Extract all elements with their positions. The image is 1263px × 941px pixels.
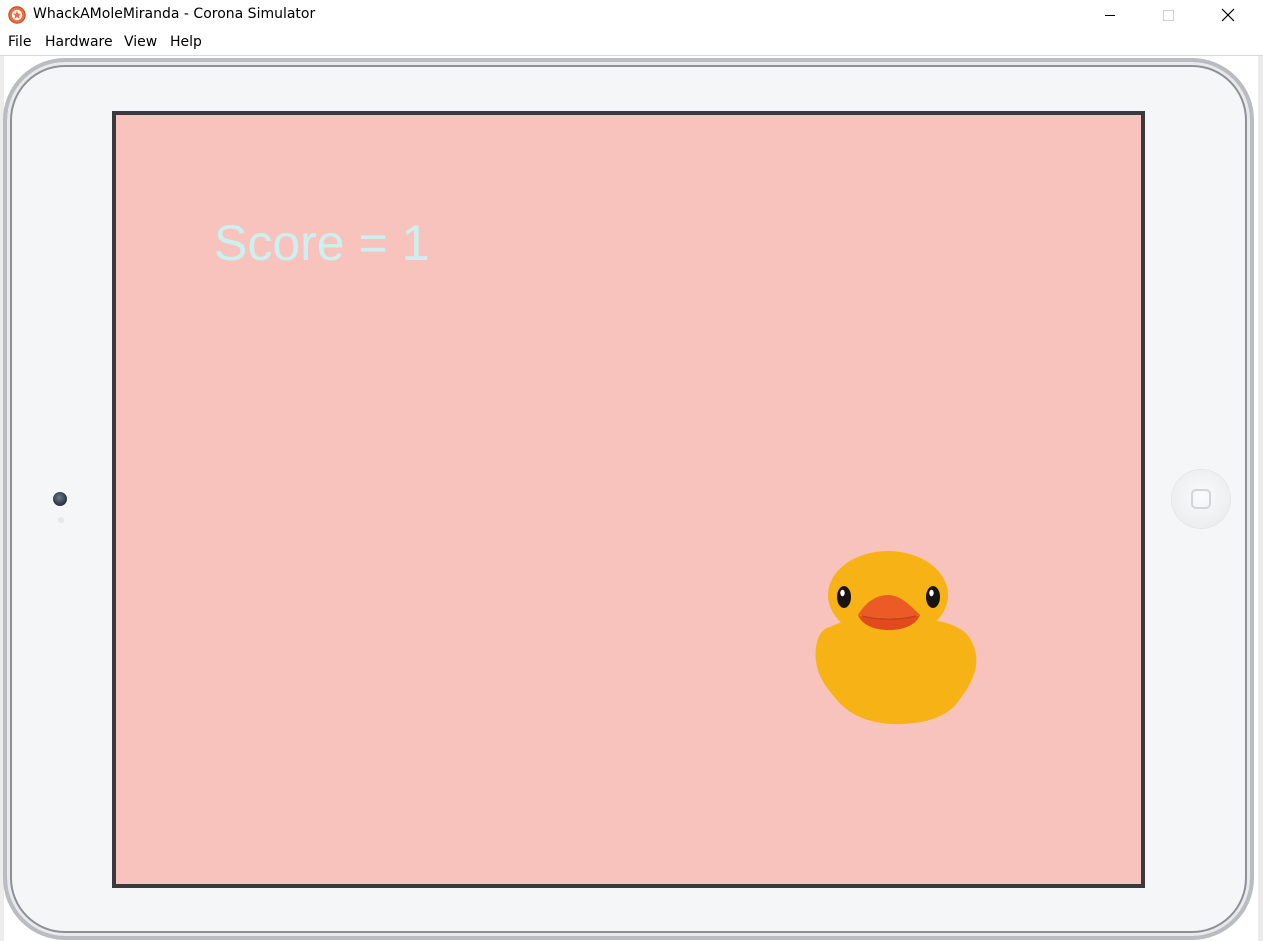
maximize-icon (1163, 10, 1174, 21)
game-screen[interactable]: Score = 1 (112, 111, 1145, 888)
background-window-edge-right (1258, 56, 1263, 941)
menu-view[interactable]: View (124, 34, 157, 50)
home-button-icon (1191, 489, 1211, 509)
home-button[interactable] (1172, 470, 1230, 528)
maximize-button[interactable] (1139, 0, 1197, 31)
simulator-window: WhackAMoleMiranda - Corona Simulator Fil… (0, 0, 1263, 941)
light-sensor (58, 517, 64, 523)
minimize-icon (1105, 15, 1115, 16)
corona-simulator-icon (8, 6, 26, 24)
camera-icon (53, 492, 67, 506)
minimize-button[interactable] (1081, 0, 1139, 31)
close-icon (1221, 8, 1235, 22)
close-button[interactable] (1198, 0, 1256, 31)
menu-help[interactable]: Help (170, 34, 202, 50)
menu-bar: File Hardware View Help (0, 31, 1263, 54)
menu-divider (0, 55, 1263, 56)
score-label: Score = 1 (214, 215, 430, 271)
menu-file[interactable]: File (8, 34, 31, 50)
title-bar[interactable]: WhackAMoleMiranda - Corona Simulator (0, 0, 1263, 31)
rubber-duck-icon[interactable] (800, 549, 980, 729)
window-title: WhackAMoleMiranda - Corona Simulator (33, 6, 316, 22)
menu-hardware[interactable]: Hardware (45, 34, 113, 50)
